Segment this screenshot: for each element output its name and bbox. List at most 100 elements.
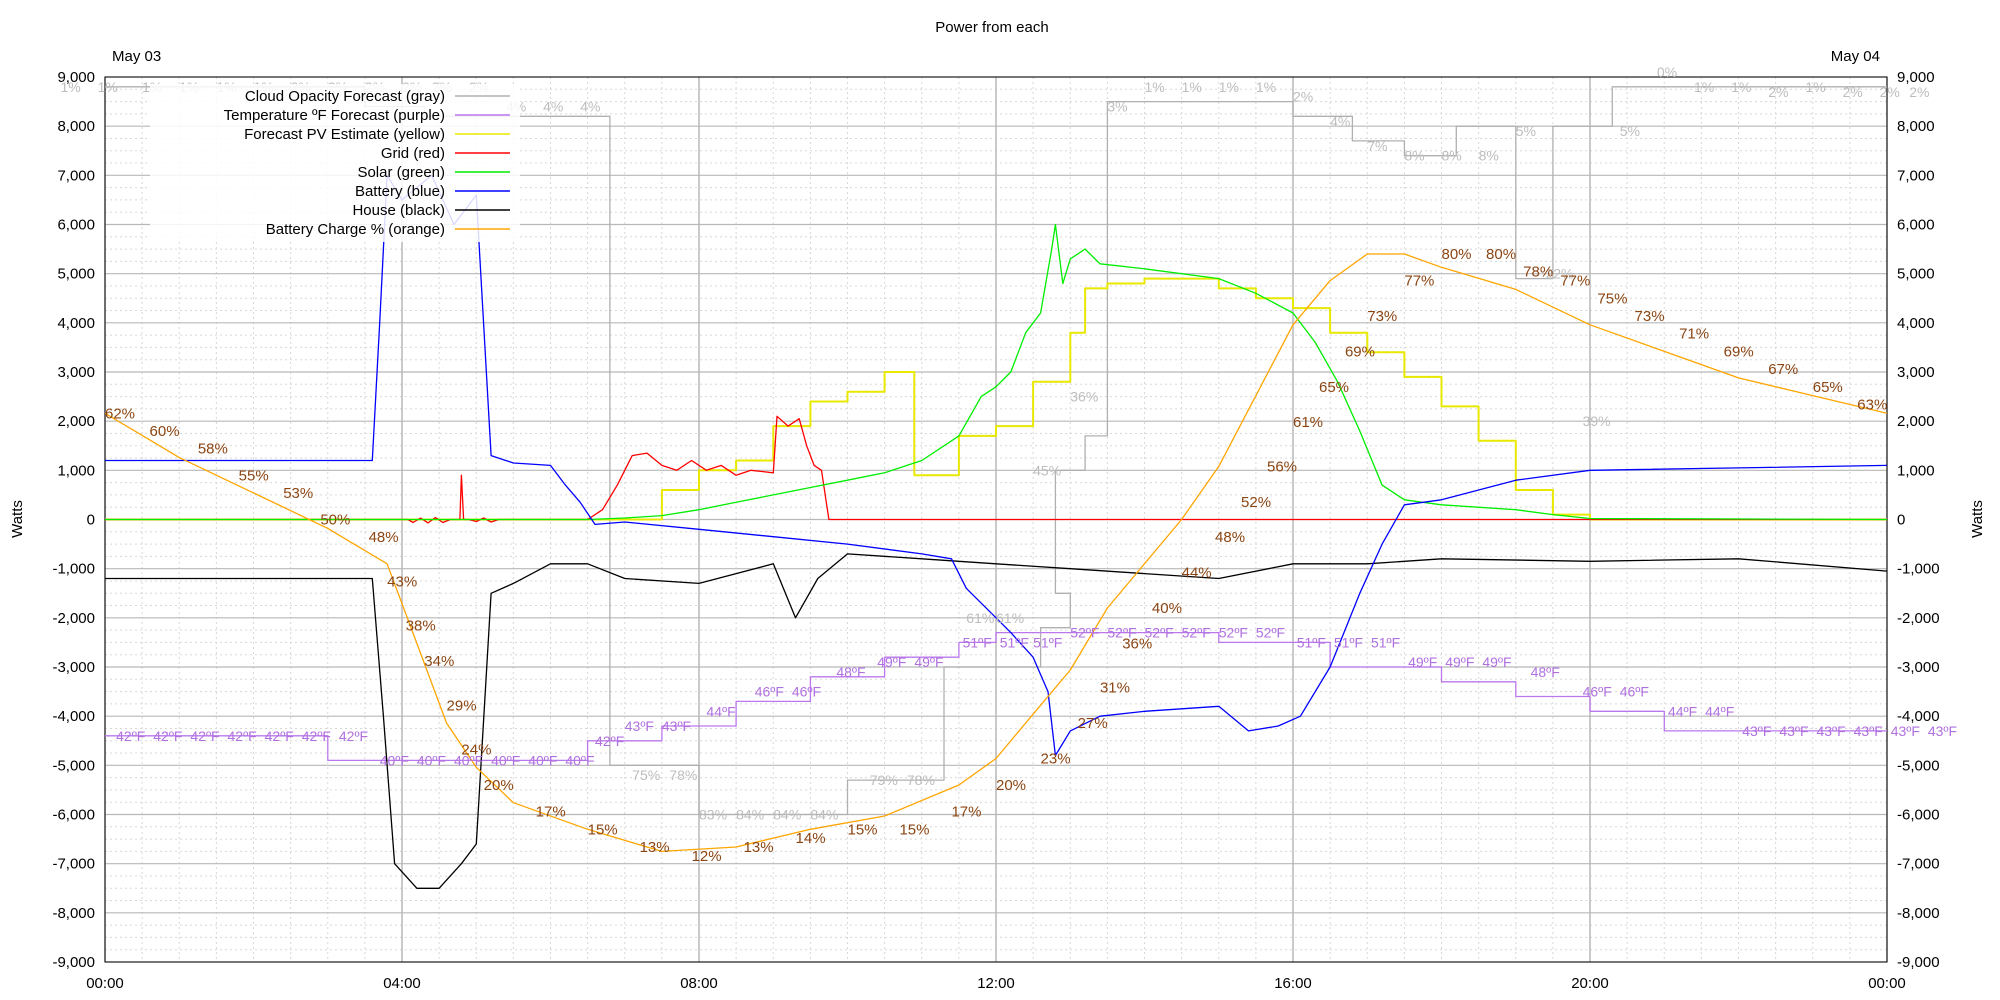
- cloud-opacity-label: 84%: [736, 807, 764, 823]
- y-tick-label-left: -7,000: [52, 856, 95, 873]
- temperature-label: 49ºF: [877, 654, 906, 670]
- y-tick-label-left: -5,000: [52, 757, 95, 774]
- cloud-opacity-label: 8%: [1479, 148, 1499, 164]
- temperature-label: 49ºF: [1445, 654, 1474, 670]
- cloud-opacity-label: 2%: [1768, 84, 1788, 100]
- temperature-label: 43ºF: [1891, 723, 1920, 739]
- y-tick-label-left: -2,000: [52, 610, 95, 627]
- battery-charge-label: 67%: [1768, 361, 1798, 378]
- x-tick-label: 20:00: [1571, 975, 1609, 992]
- y-tick-label-right: 0: [1897, 512, 1905, 529]
- temperature-label: 43ºF: [1779, 723, 1808, 739]
- battery-charge-label: 62%: [105, 405, 135, 422]
- cloud-opacity-label: 61%: [966, 610, 994, 626]
- cloud-opacity-label: 1%: [98, 79, 118, 95]
- y-tick-label-right: -6,000: [1897, 807, 1940, 824]
- cloud-opacity-label: 1%: [60, 79, 80, 95]
- temperature-label: 46ºF: [1583, 684, 1612, 700]
- battery-charge-label: 27%: [1078, 715, 1108, 732]
- y-tick-label-right: 8,000: [1897, 118, 1935, 135]
- battery-charge-label: 17%: [536, 804, 566, 821]
- battery-charge-label: 55%: [239, 467, 269, 484]
- temperature-label: 43ºF: [1742, 723, 1771, 739]
- temperature-label: 51ºF: [1033, 634, 1062, 650]
- battery-charge-label: 78%: [1523, 264, 1553, 281]
- y-tick-label-right: -8,000: [1897, 905, 1940, 922]
- cloud-opacity-label: 0%: [1657, 64, 1677, 80]
- temperature-label: 44ºF: [1668, 703, 1697, 719]
- x-tick-label: 08:00: [680, 975, 718, 992]
- x-tick-label: 12:00: [977, 975, 1015, 992]
- battery-charge-label: 52%: [1241, 494, 1271, 511]
- battery-charge-label: 56%: [1267, 458, 1297, 475]
- temperature-label: 51ºF: [1000, 634, 1029, 650]
- cloud-opacity-label: 2%: [1842, 84, 1862, 100]
- battery-charge-label: 24%: [461, 742, 491, 759]
- legend-label-charge: Battery Charge % (orange): [266, 221, 445, 238]
- cloud-opacity-label: 84%: [810, 807, 838, 823]
- battery-charge-label: 38%: [406, 618, 436, 635]
- battery-charge-label: 73%: [1635, 308, 1665, 325]
- battery-charge-label: 34%: [424, 653, 454, 670]
- battery-charge-label: 20%: [484, 777, 514, 794]
- y-tick-label-right: -9,000: [1897, 954, 1940, 971]
- y-tick-label-left: 0: [87, 512, 95, 529]
- temperature-label: 42ºF: [265, 728, 294, 744]
- legend-label-battery: Battery (blue): [355, 183, 445, 200]
- battery-charge-label: 23%: [1041, 750, 1071, 767]
- battery-charge-label: 61%: [1293, 414, 1323, 431]
- battery-charge-label: 77%: [1404, 273, 1434, 290]
- cloud-opacity-label: 2%: [1293, 89, 1313, 105]
- temperature-label: 52ºF: [1256, 625, 1285, 641]
- x-tick-label: 16:00: [1274, 975, 1312, 992]
- y-tick-label-left: 3,000: [57, 364, 95, 381]
- temperature-label: 51ºF: [963, 634, 992, 650]
- battery-charge-label: 69%: [1724, 343, 1754, 360]
- temperature-label: 43ºF: [662, 718, 691, 734]
- y-tick-label-right: -1,000: [1897, 561, 1940, 578]
- battery-charge-label: 48%: [1215, 529, 1245, 546]
- battery-charge-label: 63%: [1857, 396, 1887, 413]
- battery-charge-label: 31%: [1100, 680, 1130, 697]
- temperature-label: 40ºF: [491, 752, 520, 768]
- temperature-label: 43ºF: [1928, 723, 1957, 739]
- temperature-label: 40ºF: [380, 752, 409, 768]
- temperature-label: 42ºF: [228, 728, 257, 744]
- cloud-opacity-label: 2%: [1880, 84, 1900, 100]
- battery-charge-label: 44%: [1182, 565, 1212, 582]
- temperature-label: 42ºF: [116, 728, 145, 744]
- temperature-label: 46ºF: [755, 684, 784, 700]
- temperature-label: 42ºF: [153, 728, 182, 744]
- temperature-label: 52ºF: [1182, 625, 1211, 641]
- y-axis-label-left: Watts: [9, 500, 26, 538]
- temperature-label: 43ºF: [625, 718, 654, 734]
- temperature-label: 44ºF: [706, 703, 735, 719]
- cloud-opacity-label: 4%: [580, 99, 600, 115]
- temperature-label: 40ºF: [565, 752, 594, 768]
- battery-charge-label: 65%: [1319, 379, 1349, 396]
- cloud-opacity-label: 36%: [1070, 389, 1098, 405]
- cloud-opacity-label: 1%: [1219, 79, 1239, 95]
- legend-label-forecast: Forecast PV Estimate (yellow): [244, 126, 445, 143]
- cloud-opacity-label: 39%: [1583, 413, 1611, 429]
- battery-charge-label: 69%: [1345, 343, 1375, 360]
- temperature-label: 51ºF: [1297, 634, 1326, 650]
- cloud-opacity-label: 61%: [996, 610, 1024, 626]
- temperature-label: 46ºF: [1620, 684, 1649, 700]
- temperature-label: 52ºF: [1070, 625, 1099, 641]
- battery-charge-label: 15%: [899, 821, 929, 838]
- y-tick-label-left: -6,000: [52, 807, 95, 824]
- y-tick-label-right: -3,000: [1897, 659, 1940, 676]
- temperature-label: 46ºF: [792, 684, 821, 700]
- cloud-opacity-label: 78%: [669, 767, 697, 783]
- battery-charge-label: 71%: [1679, 326, 1709, 343]
- battery-charge-label: 65%: [1813, 379, 1843, 396]
- y-tick-label-left: 6,000: [57, 217, 95, 234]
- cloud-opacity-label: 5%: [1516, 123, 1536, 139]
- date-left: May 03: [112, 48, 161, 65]
- temperature-label: 49ºF: [1408, 654, 1437, 670]
- legend: Cloud Opacity Forecast (gray) Temperature…: [150, 84, 520, 242]
- temperature-label: 48ºF: [836, 664, 865, 680]
- temperature-label: 40ºF: [528, 752, 557, 768]
- temperature-label: 52ºF: [1219, 625, 1248, 641]
